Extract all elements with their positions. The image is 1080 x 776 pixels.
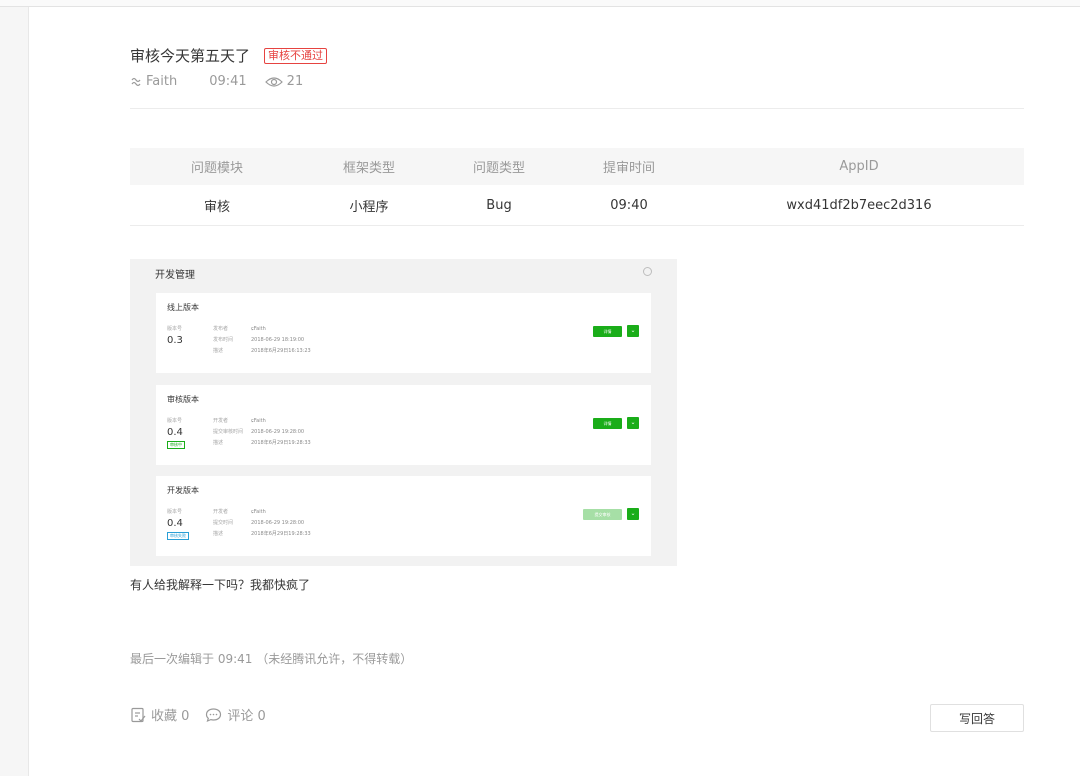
card-title: 审核版本 bbox=[167, 395, 199, 404]
card-details: 开发者 ɕFaith 提交时间 2018-06-29 19:28:00 描述 2018… bbox=[213, 508, 311, 541]
version-card-online: 线上版本 版本号 0.3 发布者 ɕFaith 发布时间 2018-06-29 18… bbox=[156, 293, 651, 373]
table-cell-framework: 小程序 bbox=[304, 185, 434, 226]
version-number: 0.4 bbox=[167, 518, 183, 529]
favorite-action[interactable]: 收藏 0 bbox=[130, 705, 189, 724]
title-row: 审核今天第五天了 审核不通过 bbox=[130, 45, 328, 66]
detail-value: 2018-06-29 19:28:00 bbox=[251, 520, 305, 526]
post-title: 审核今天第五天了 bbox=[130, 47, 251, 65]
details-button: 详情 bbox=[593, 418, 622, 429]
screenshot-title: 开发管理 bbox=[155, 270, 195, 281]
chevron-down-icon: ⌄ bbox=[627, 417, 639, 429]
detail-row: 开发者 ɕFaith bbox=[213, 508, 311, 519]
comment-icon bbox=[206, 707, 222, 722]
bookmark-icon bbox=[131, 707, 146, 722]
version-label: 版本号 bbox=[167, 509, 183, 515]
detail-key: 发布时间 bbox=[213, 337, 234, 343]
favorite-label: 收藏 0 bbox=[151, 709, 190, 724]
card-title: 开发版本 bbox=[167, 486, 199, 495]
detail-row: 描述 2018年6月29日19:28:33 bbox=[213, 439, 311, 450]
table-header-cell: 问题模块 bbox=[130, 148, 304, 185]
detail-key: 开发者 bbox=[213, 418, 229, 424]
card-details: 发布者 ɕFaith 发布时间 2018-06-29 18:19:00 描述 2018… bbox=[213, 325, 311, 358]
detail-key: 提交审核时间 bbox=[213, 429, 244, 435]
chevron-down-icon: ⌄ bbox=[627, 508, 639, 520]
version-card-dev: 开发版本 版本号 0.4 审核失败 开发者 ɕFaith 提交时间 2018-06-… bbox=[156, 476, 651, 556]
version-status-tag: 审核失败 bbox=[167, 532, 189, 540]
detail-key: 描述 bbox=[213, 531, 224, 537]
author-avatar-icon[interactable] bbox=[130, 76, 142, 88]
question-info-table: 问题模块 框架类型 问题类型 提审时间 AppID 审核 小程序 Bug 09:… bbox=[130, 148, 1024, 226]
detail-value: 2018年6月29日19:28:33 bbox=[251, 440, 311, 446]
detail-value: 2018-06-29 19:28:00 bbox=[251, 429, 305, 435]
detail-row: 提交审核时间 2018-06-29 19:28:00 bbox=[213, 428, 311, 439]
last-edited-note: 最后一次编辑于 09:41 （未经腾讯允许，不得转载） bbox=[130, 652, 413, 666]
eye-icon bbox=[264, 76, 283, 87]
status-badge: 审核不通过 bbox=[264, 47, 328, 64]
post-time: 09:41 bbox=[209, 74, 247, 89]
detail-row: 描述 2018年6月29日16:13:23 bbox=[213, 347, 311, 358]
post-actions: 收藏 0 评论 0 bbox=[130, 705, 282, 724]
table-cell-type: Bug bbox=[434, 185, 564, 226]
detail-key: 发布者 bbox=[213, 326, 229, 332]
detail-row: 开发者 ɕFaith bbox=[213, 417, 311, 428]
detail-value: Faith bbox=[253, 418, 266, 424]
card-details: 开发者 ɕFaith 提交审核时间 2018-06-29 19:28:00 描述 20… bbox=[213, 417, 311, 450]
comment-label: 评论 0 bbox=[227, 709, 266, 724]
table-cell-appid: wxd41df2b7eec2d316 bbox=[694, 185, 1024, 226]
detail-key: 描述 bbox=[213, 440, 224, 446]
table-cell-submit-time: 09:40 bbox=[564, 185, 694, 226]
header-divider bbox=[130, 108, 1024, 109]
version-status-tag: 审核中 bbox=[167, 441, 185, 449]
table-cell-module: 审核 bbox=[130, 185, 304, 226]
view-count: 21 bbox=[264, 74, 304, 89]
help-icon bbox=[643, 267, 652, 276]
version-label: 版本号 bbox=[167, 418, 183, 424]
top-border bbox=[0, 0, 1080, 7]
detail-row: 描述 2018年6月29日19:28:33 bbox=[213, 530, 311, 541]
write-answer-button[interactable]: 写回答 bbox=[930, 704, 1024, 732]
question-text: 有人给我解释一下吗？我都快疯了 bbox=[130, 578, 311, 592]
attached-screenshot[interactable]: 开发管理 线上版本 版本号 0.3 发布者 ɕFaith 发布时间 2018-06-… bbox=[130, 259, 677, 566]
version-card-review: 审核版本 版本号 0.4 审核中 开发者 ɕFaith 提交审核时间 2018-06… bbox=[156, 385, 651, 465]
view-count-value: 21 bbox=[286, 74, 304, 89]
table-header-cell: 提审时间 bbox=[564, 148, 694, 185]
author-name[interactable]: Faith bbox=[146, 74, 177, 89]
detail-key: 提交时间 bbox=[213, 520, 234, 526]
detail-value: Faith bbox=[253, 326, 266, 332]
card-title: 线上版本 bbox=[167, 303, 199, 312]
detail-row: 提交时间 2018-06-29 19:28:00 bbox=[213, 519, 311, 530]
post-meta: Faith 09:41 21 bbox=[130, 74, 303, 89]
table-header-row: 问题模块 框架类型 问题类型 提审时间 AppID bbox=[130, 148, 1024, 185]
detail-row: 发布时间 2018-06-29 18:19:00 bbox=[213, 336, 311, 347]
table-header-cell: 问题类型 bbox=[434, 148, 564, 185]
chevron-down-icon: ⌄ bbox=[627, 325, 639, 337]
comment-action[interactable]: 评论 0 bbox=[205, 705, 266, 724]
detail-key: 开发者 bbox=[213, 509, 229, 515]
version-label: 版本号 bbox=[167, 326, 183, 332]
detail-value: Faith bbox=[253, 509, 266, 515]
table-header-cell: AppID bbox=[694, 148, 1024, 185]
detail-row: 发布者 ɕFaith bbox=[213, 325, 311, 336]
version-number: 0.3 bbox=[167, 335, 183, 346]
table-row: 审核 小程序 Bug 09:40 wxd41df2b7eec2d316 bbox=[130, 185, 1024, 226]
detail-key: 描述 bbox=[213, 348, 224, 354]
detail-value: 2018年6月29日19:28:33 bbox=[251, 531, 311, 537]
detail-value: 2018年6月29日16:13:23 bbox=[251, 348, 311, 354]
submit-review-button: 提交审核 bbox=[583, 509, 622, 520]
details-button: 详情 bbox=[593, 326, 622, 337]
table-header-cell: 框架类型 bbox=[304, 148, 434, 185]
left-gutter bbox=[0, 7, 29, 776]
detail-value: 2018-06-29 18:19:00 bbox=[251, 337, 305, 343]
version-number: 0.4 bbox=[167, 427, 183, 438]
